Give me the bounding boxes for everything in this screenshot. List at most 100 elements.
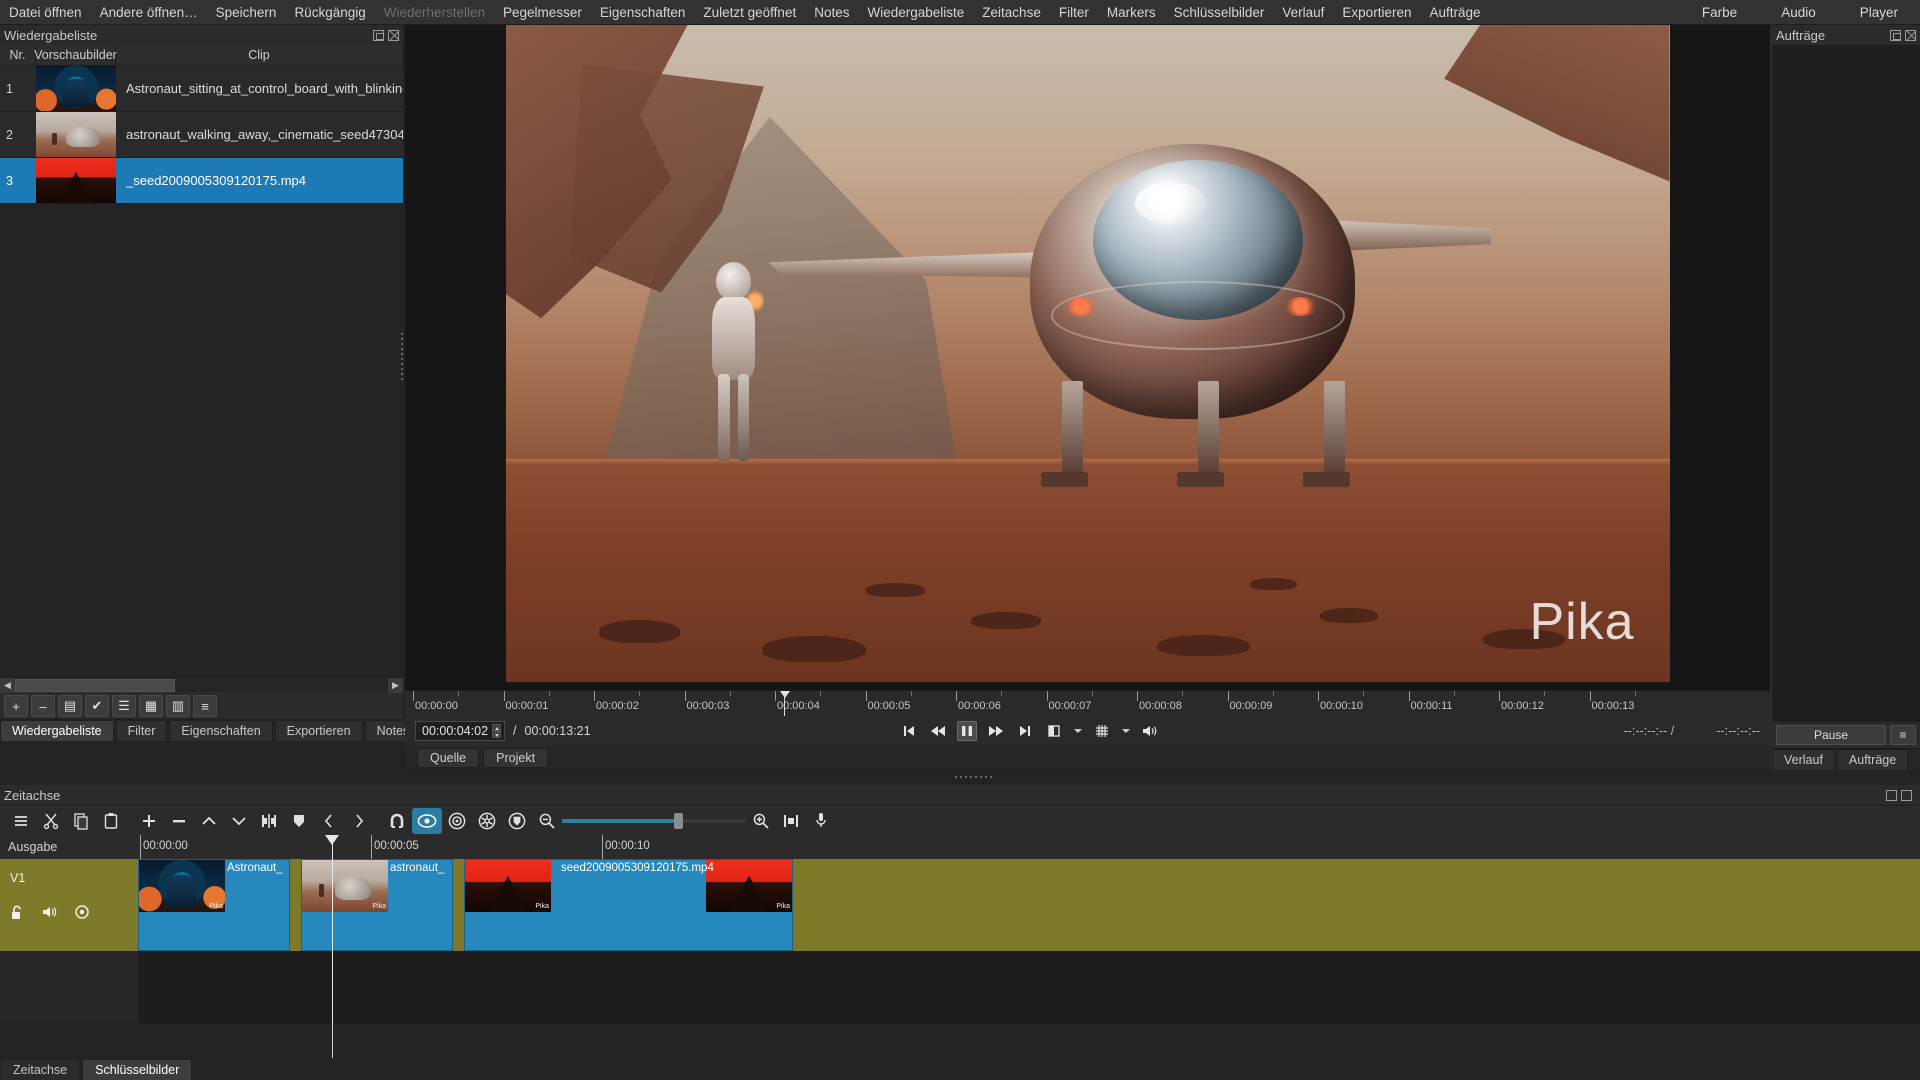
tab-projekt[interactable]: Projekt xyxy=(483,748,549,768)
previous-marker-button[interactable] xyxy=(314,808,344,834)
in-out-button[interactable] xyxy=(1044,721,1064,741)
rewind-button[interactable] xyxy=(928,721,948,741)
playlist-apply-button[interactable]: ✔ xyxy=(85,695,109,717)
menu-eigenschaften[interactable]: Eigenschaften xyxy=(591,0,695,25)
zoom-in-button[interactable] xyxy=(746,808,776,834)
timeline-clip[interactable]: Pika Astronaut_ xyxy=(138,859,290,951)
mute-icon[interactable] xyxy=(42,905,57,921)
tab-verlauf[interactable]: Verlauf xyxy=(1772,749,1835,770)
menu-rueckgaengig[interactable]: Rückgängig xyxy=(285,0,374,25)
menu-wiedergabeliste[interactable]: Wiedergabeliste xyxy=(858,0,973,25)
timeline-zoom-slider[interactable] xyxy=(562,812,746,830)
menu-verlauf[interactable]: Verlauf xyxy=(1273,0,1333,25)
close-icon[interactable] xyxy=(1905,29,1916,41)
record-audio-button[interactable] xyxy=(806,808,836,834)
horizontal-splitter[interactable] xyxy=(955,776,992,778)
tab-filter[interactable]: Filter xyxy=(115,720,168,741)
menu-player[interactable]: Player xyxy=(1838,0,1920,25)
menu-farbe[interactable]: Farbe xyxy=(1680,0,1759,25)
menu-zuletzt-geoeffnet[interactable]: Zuletzt geöffnet xyxy=(694,0,805,25)
volume-button[interactable] xyxy=(1140,721,1160,741)
split-button[interactable] xyxy=(254,808,284,834)
next-marker-button[interactable] xyxy=(344,808,374,834)
cut-button[interactable] xyxy=(36,808,66,834)
playlist-view-detail-button[interactable]: ☰ xyxy=(112,695,136,717)
tab-quelle[interactable]: Quelle xyxy=(417,748,480,768)
float-icon[interactable] xyxy=(373,29,384,41)
tab-wiedergabeliste[interactable]: Wiedergabeliste xyxy=(0,720,114,741)
column-header-nr[interactable]: Nr. xyxy=(0,45,36,65)
ripple-button[interactable] xyxy=(442,808,472,834)
playlist-view-icons-button[interactable]: ▥ xyxy=(166,695,190,717)
timeline-playhead[interactable] xyxy=(325,835,339,1023)
ripple-markers-button[interactable] xyxy=(502,808,532,834)
zoom-out-button[interactable] xyxy=(532,808,562,834)
chevron-down-icon[interactable] xyxy=(1073,721,1083,741)
stepper-down-icon[interactable] xyxy=(492,731,502,738)
skip-to-end-button[interactable] xyxy=(1015,721,1035,741)
snap-button[interactable] xyxy=(382,808,412,834)
scrollbar-thumb[interactable] xyxy=(15,679,176,692)
position-stepper[interactable] xyxy=(492,724,502,738)
column-header-clip[interactable]: Clip xyxy=(116,45,403,65)
menu-audio[interactable]: Audio xyxy=(1759,0,1838,25)
tab-auftraege[interactable]: Aufträge xyxy=(1836,749,1909,770)
zoom-fit-button[interactable] xyxy=(776,808,806,834)
menu-markers[interactable]: Markers xyxy=(1098,0,1165,25)
playlist-update-button[interactable]: ▤ xyxy=(58,695,82,717)
float-icon[interactable] xyxy=(1886,789,1897,801)
menu-wiederherstellen[interactable]: Wiederherstellen xyxy=(375,0,494,25)
copy-button[interactable] xyxy=(66,808,96,834)
paste-button[interactable] xyxy=(96,808,126,834)
marker-button[interactable] xyxy=(284,808,314,834)
menu-pegelmesser[interactable]: Pegelmesser xyxy=(494,0,591,25)
playlist-add-button[interactable]: + xyxy=(4,695,28,717)
menu-exportieren[interactable]: Exportieren xyxy=(1333,0,1420,25)
playlist-row[interactable]: 1 Astronaut_sitting_at_control_board_with… xyxy=(0,66,403,112)
player-timeline-ruler[interactable]: 00:00:00 00:00:01 00:00:02 00:00:03 00:00:04… xyxy=(405,690,1770,716)
player-position-field[interactable]: 00:00:04:02 xyxy=(415,721,506,741)
menu-schluesselbilder[interactable]: Schlüsselbilder xyxy=(1165,0,1274,25)
timeline-clip[interactable]: Pika Pika seed2009005309120175.mp4 xyxy=(464,859,793,951)
menu-filter[interactable]: Filter xyxy=(1050,0,1098,25)
close-icon[interactable] xyxy=(388,29,399,41)
playlist-view-tiles-button[interactable]: ▦ xyxy=(139,695,163,717)
menu-auftraege[interactable]: Aufträge xyxy=(1420,0,1489,25)
column-header-thumbnails[interactable]: Vorschaubilder xyxy=(34,45,117,65)
video-viewport[interactable]: Pika xyxy=(405,25,1770,690)
scroll-left-icon[interactable]: ◀ xyxy=(0,678,15,693)
scrollbar-trough[interactable] xyxy=(15,679,388,692)
ripple-delete-button[interactable] xyxy=(164,808,194,834)
scrub-button[interactable] xyxy=(412,807,442,834)
timeline-output-label[interactable]: Ausgabe xyxy=(0,835,138,859)
jobs-pause-button[interactable]: Pause xyxy=(1776,725,1886,745)
tab-exportieren[interactable]: Exportieren xyxy=(274,720,363,741)
track-header-v1[interactable]: V1 xyxy=(0,859,138,951)
jobs-list[interactable] xyxy=(1772,45,1920,722)
tab-eigenschaften[interactable]: Eigenschaften xyxy=(169,720,273,741)
playlist-row[interactable]: 3 _seed2009005309120175.mp4 xyxy=(0,158,403,204)
close-icon[interactable] xyxy=(1901,789,1912,801)
menu-andere-oeffnen[interactable]: Andere öffnen… xyxy=(91,0,207,25)
timeline-menu-button[interactable] xyxy=(6,808,36,834)
tab-schluesselbilder-bottom[interactable]: Schlüsselbilder xyxy=(82,1059,193,1080)
grid-button[interactable] xyxy=(1092,721,1112,741)
fast-forward-button[interactable] xyxy=(986,721,1006,741)
chevron-down-icon[interactable] xyxy=(1121,721,1131,741)
scroll-right-icon[interactable]: ▶ xyxy=(388,678,403,693)
float-icon[interactable] xyxy=(1890,29,1901,41)
timeline-ruler[interactable]: 00:00:00 00:00:05 00:00:10 xyxy=(138,835,1920,859)
playlist-remove-button[interactable]: – xyxy=(31,695,55,717)
append-button[interactable] xyxy=(134,808,164,834)
timeline-clip[interactable]: Pika astronaut_ xyxy=(301,859,453,951)
menu-datei-oeffnen[interactable]: Datei öffnen xyxy=(0,0,91,25)
tab-zeitachse-bottom[interactable]: Zeitachse xyxy=(0,1059,81,1080)
overwrite-button[interactable] xyxy=(224,808,254,834)
hide-icon[interactable] xyxy=(75,905,89,921)
playlist-menu-button[interactable]: ≡ xyxy=(193,695,217,717)
slider-knob[interactable] xyxy=(674,812,684,829)
ripple-all-tracks-button[interactable] xyxy=(472,808,502,834)
skip-to-start-button[interactable] xyxy=(899,721,919,741)
playlist-row-thumbnail[interactable] xyxy=(36,112,116,157)
lift-button[interactable] xyxy=(194,808,224,834)
